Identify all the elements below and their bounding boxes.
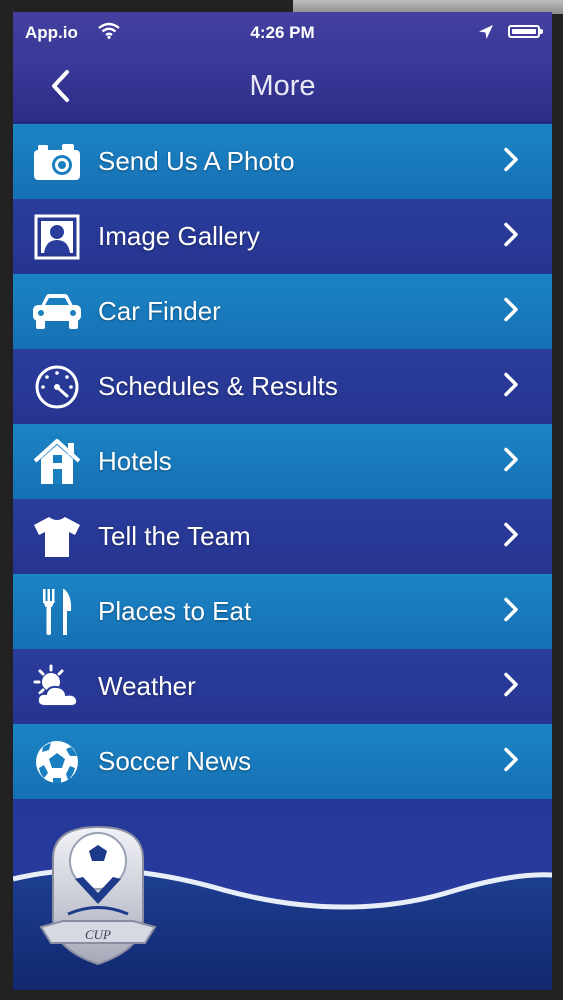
menu-item-soccer-news[interactable]: Soccer News [13,724,552,799]
chevron-right-icon [502,745,520,778]
status-bar: App.io 4:26 PM [13,12,552,52]
car-icon [31,286,83,338]
cup-logo-icon: CUP [39,825,157,966]
menu-item-hotels[interactable]: Hotels [13,424,552,499]
house-icon [31,436,83,488]
chevron-right-icon [502,220,520,253]
menu-item-label: Send Us A Photo [98,146,295,176]
chevron-right-icon [502,370,520,403]
menu-item-send-us-a-photo[interactable]: Send Us A Photo [13,124,552,199]
gauge-icon [31,361,83,413]
menu-item-tell-the-team[interactable]: Tell the Team [13,499,552,574]
logo-text: CUP [85,927,111,942]
menu-item-label: Hotels [98,446,172,476]
battery-icon [508,25,543,38]
more-menu-list: Send Us A Photo Image Gallery Car Finder… [13,124,552,799]
menu-item-label: Soccer News [98,746,252,776]
status-time: 4:26 PM [250,23,315,42]
chevron-right-icon [502,295,520,328]
menu-item-image-gallery[interactable]: Image Gallery [13,199,552,274]
menu-item-car-finder[interactable]: Car Finder [13,274,552,349]
chevron-right-icon [502,445,520,478]
menu-item-places-to-eat[interactable]: Places to Eat [13,574,552,649]
footer-banner: CUP [13,799,552,990]
menu-item-schedules-results[interactable]: Schedules & Results [13,349,552,424]
menu-item-label: Image Gallery [98,221,260,251]
menu-item-weather[interactable]: Weather [13,649,552,724]
chevron-right-icon [502,595,520,628]
chevron-right-icon [502,670,520,703]
camera-icon [31,136,83,188]
tshirt-icon [31,511,83,563]
navigation-bar: More [13,52,552,123]
location-arrow-icon [478,24,494,45]
menu-item-label: Car Finder [98,296,221,326]
menu-item-label: Schedules & Results [98,371,338,401]
menu-item-label: Tell the Team [98,521,251,551]
soccer-ball-icon [31,736,83,788]
chevron-right-icon [502,520,520,553]
app-screen: App.io 4:26 PM More Send Us A Photo Imag… [13,12,552,990]
chevron-right-icon [502,145,520,178]
fork-knife-icon [31,586,83,638]
page-title: More [249,70,316,102]
menu-item-label: Places to Eat [98,596,252,626]
weather-icon [31,661,83,713]
image-gallery-icon [31,211,83,263]
menu-item-label: Weather [98,671,196,701]
